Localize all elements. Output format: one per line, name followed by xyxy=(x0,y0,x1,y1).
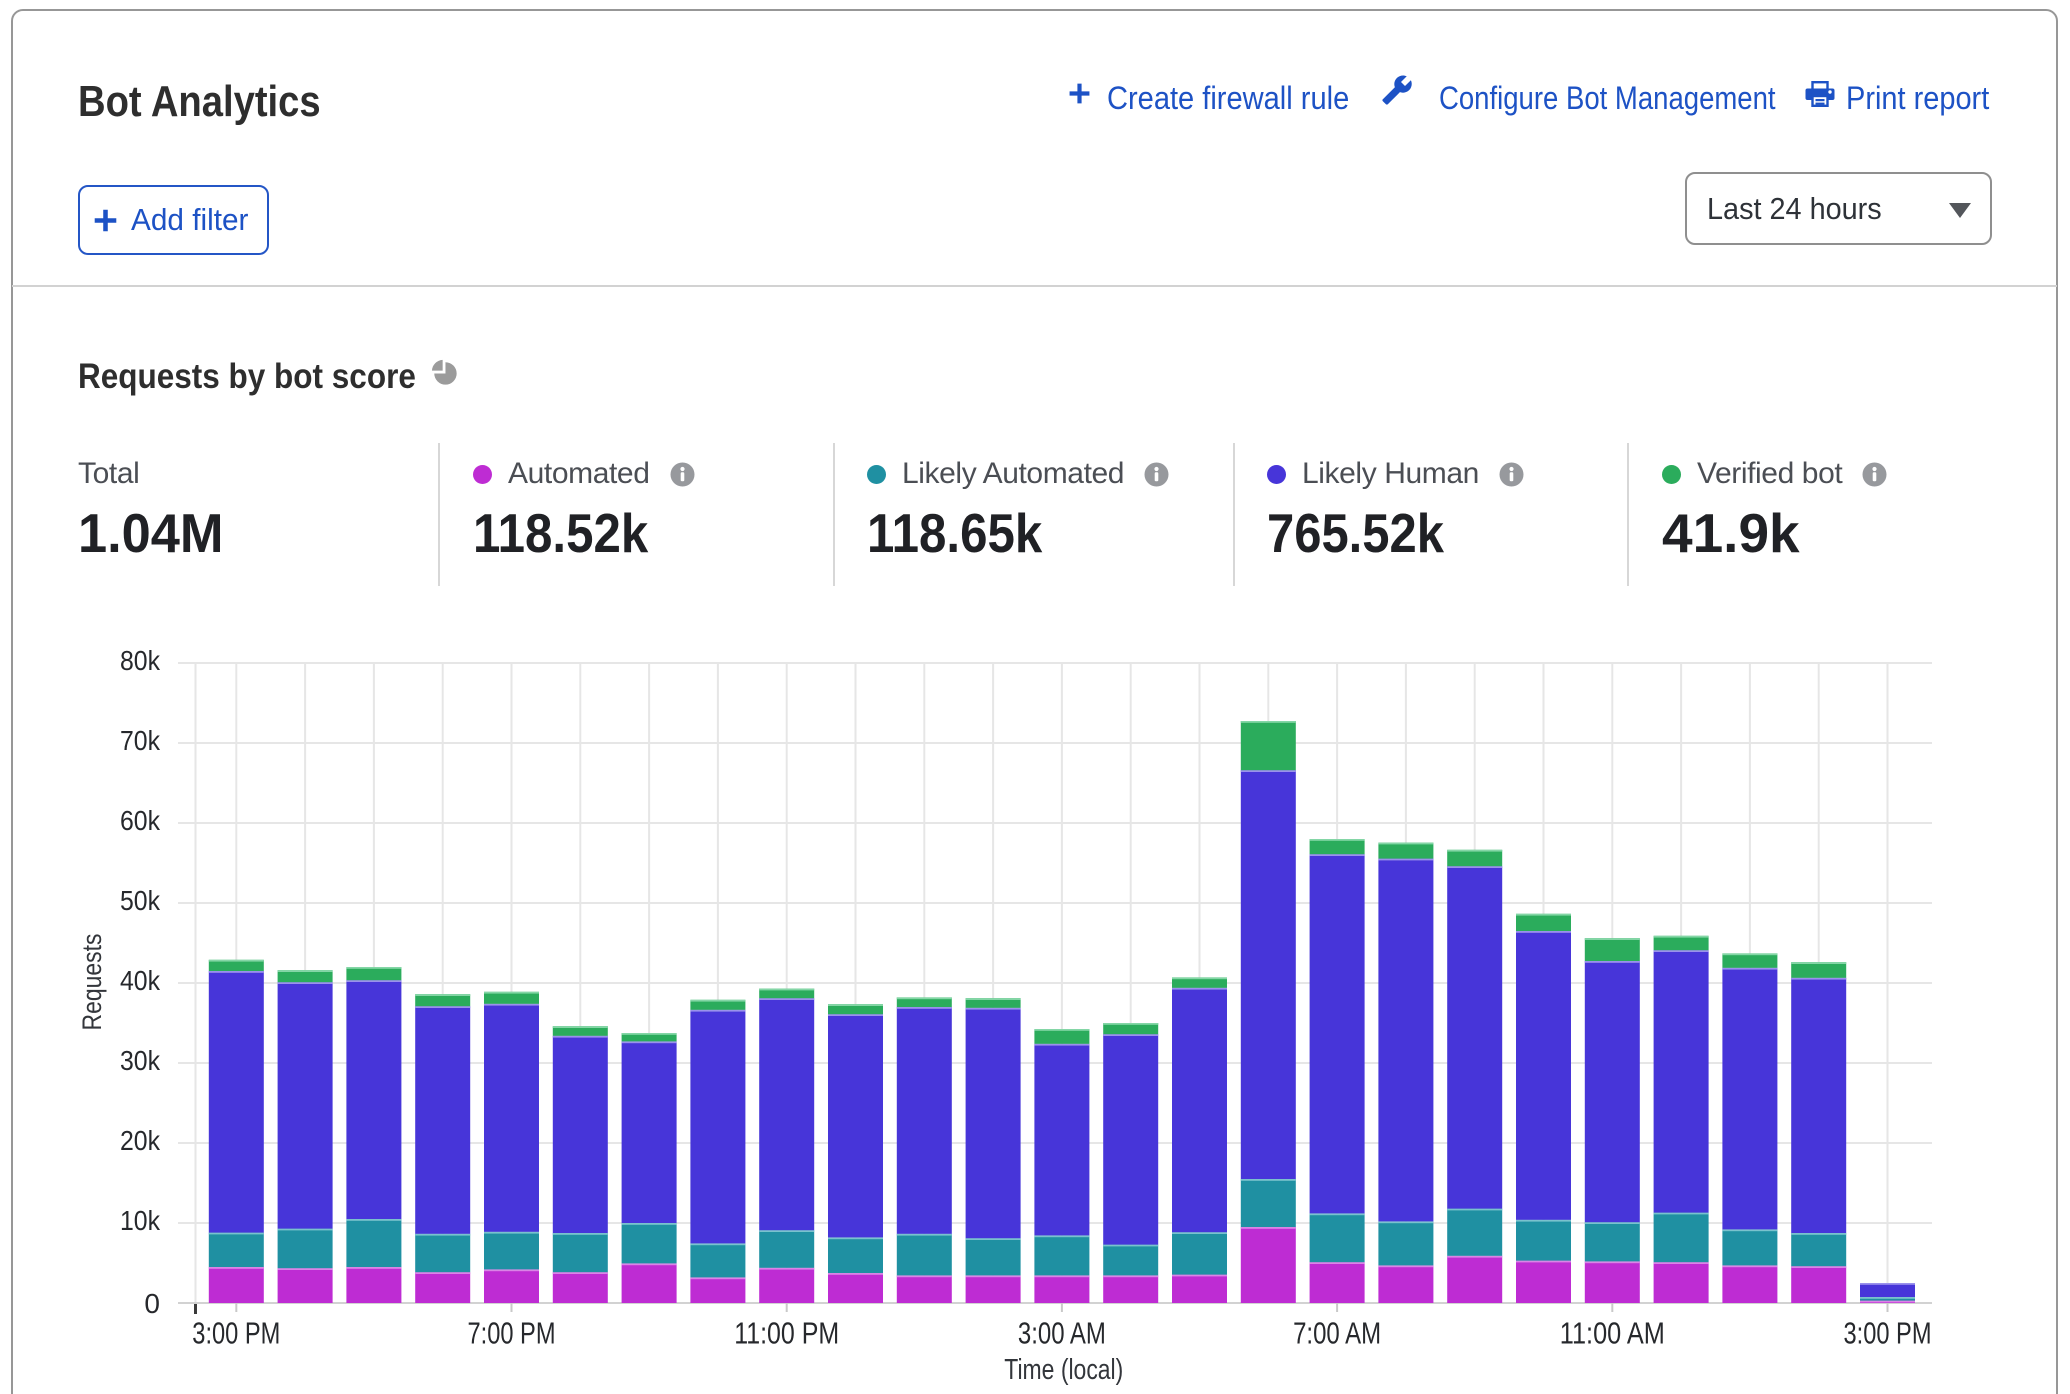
svg-text:40k: 40k xyxy=(120,965,161,996)
svg-text:7:00 AM: 7:00 AM xyxy=(1293,1316,1381,1351)
svg-text:60k: 60k xyxy=(120,805,161,836)
svg-text:3:00 PM: 3:00 PM xyxy=(192,1316,280,1351)
svg-text:50k: 50k xyxy=(120,885,161,916)
svg-text:10k: 10k xyxy=(120,1205,161,1236)
svg-text:11:00 PM: 11:00 PM xyxy=(734,1316,839,1351)
svg-text:3:00 PM: 3:00 PM xyxy=(1844,1316,1932,1351)
svg-text:0: 0 xyxy=(144,1288,160,1319)
svg-text:20k: 20k xyxy=(120,1125,161,1156)
svg-text:Time (local): Time (local) xyxy=(1004,1354,1123,1386)
svg-text:30k: 30k xyxy=(120,1045,161,1076)
svg-text:Requests: Requests xyxy=(77,934,107,1031)
svg-text:7:00 PM: 7:00 PM xyxy=(468,1316,556,1351)
svg-text:11:00 AM: 11:00 AM xyxy=(1560,1316,1665,1351)
svg-text:70k: 70k xyxy=(120,725,161,756)
svg-text:80k: 80k xyxy=(120,645,161,676)
svg-text:3:00 AM: 3:00 AM xyxy=(1018,1316,1106,1351)
